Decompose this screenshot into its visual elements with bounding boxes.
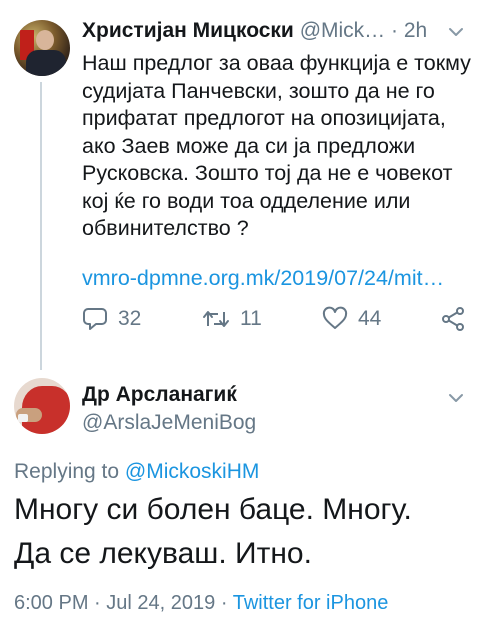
- like-count: 44: [358, 307, 382, 330]
- separator-dot: ·: [220, 592, 228, 614]
- tweet-text: Многу си болен баце. Многу. Да се лекува…: [14, 493, 412, 570]
- tweet-text: Наш предлог за оваа функција е токму суд…: [82, 51, 471, 240]
- avatar[interactable]: [14, 20, 70, 76]
- display-name[interactable]: Христијан Мицкоски: [82, 19, 294, 42]
- replying-label: Replying to: [14, 460, 120, 483]
- chevron-down-icon[interactable]: [448, 390, 464, 406]
- heart-icon: [322, 306, 348, 329]
- reply-mention-link[interactable]: @MickoskiHM: [125, 460, 259, 483]
- reply-count: 32: [118, 307, 142, 330]
- share-icon: [442, 307, 464, 331]
- reply-button[interactable]: 32: [82, 304, 141, 334]
- tweet-date[interactable]: Jul 24, 2019: [106, 592, 215, 614]
- avatar-suit: [26, 50, 66, 76]
- tweet-time[interactable]: 6:00 PM: [14, 592, 88, 614]
- tweet-source-link[interactable]: Twitter for iPhone: [233, 592, 389, 614]
- retweet-button[interactable]: 11: [202, 304, 262, 334]
- avatar-watch: [18, 414, 28, 422]
- tweet-meta: 6:00 PM · Jul 24, 2019 · Twitter for iPh…: [14, 590, 388, 616]
- tweet-header: Христијан Мицкоски @Mick… · 2h: [82, 16, 472, 46]
- display-name[interactable]: Др Арсланагиќ: [82, 382, 237, 408]
- user-handle[interactable]: @ArslaJeMeniBog: [82, 410, 256, 436]
- retweet-count: 11: [240, 307, 262, 330]
- user-handle[interactable]: @Mick…: [300, 19, 385, 42]
- like-button[interactable]: 44: [322, 304, 381, 334]
- chevron-down-icon[interactable]: [448, 24, 464, 40]
- replying-to: Replying to @MickoskiHM: [14, 459, 259, 485]
- share-button[interactable]: [440, 304, 466, 334]
- separator-dot: ·: [94, 592, 101, 614]
- thread-line: [40, 82, 42, 370]
- avatar-face: [36, 30, 54, 50]
- reply-icon: [83, 308, 107, 330]
- tweet-actions: 32 11 44: [82, 304, 472, 334]
- separator-dot: ·: [391, 19, 399, 42]
- avatar[interactable]: [14, 378, 70, 434]
- tweet-time[interactable]: 2h: [404, 19, 427, 42]
- tweet-link[interactable]: vmro-dpmne.org.mk/2019/07/24/mit…: [82, 264, 472, 292]
- retweet-icon: [203, 311, 229, 327]
